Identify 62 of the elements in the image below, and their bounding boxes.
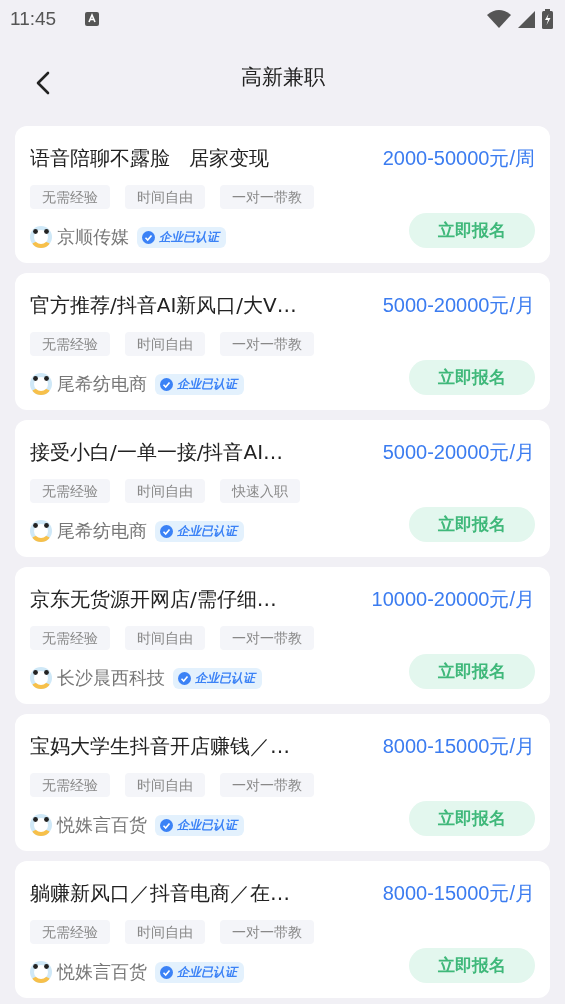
avatar-icon xyxy=(30,667,52,689)
job-tag: 时间自由 xyxy=(125,920,205,944)
keyboard-icon xyxy=(84,11,101,27)
salary-text: 8000-15000元/月 xyxy=(382,880,535,906)
company-name: 京顺传媒 xyxy=(57,225,129,249)
job-tag: 无需经验 xyxy=(30,185,110,209)
job-card[interactable]: 接受小白/一单一接/抖音AI… 5000-20000元/月 无需经验 时间自由 快速入职 尾希纺电商 企业已认证 立即报名 xyxy=(15,420,550,557)
job-card[interactable]: 宝妈大学生抖音开店赚钱／… 8000-15000元/月 无需经验 时间自由 一对一带教 悦姝言百货 企业已认证 立即报名 xyxy=(15,714,550,851)
salary-text: 8000-15000元/月 xyxy=(382,733,535,759)
verified-badge: 企业已认证 xyxy=(173,667,262,689)
job-tag: 无需经验 xyxy=(30,626,110,650)
job-tag: 时间自由 xyxy=(125,626,205,650)
page-title: 高新兼职 xyxy=(240,64,325,91)
wifi-icon xyxy=(487,9,511,29)
signal-icon xyxy=(517,9,536,29)
job-title: 躺赚新风口／抖音电商／在… xyxy=(30,879,290,907)
avatar-icon xyxy=(30,226,52,248)
job-tag: 时间自由 xyxy=(125,479,205,503)
job-title: 接受小白/一单一接/抖音AI… xyxy=(30,438,284,466)
job-title: 语音陪聊不露脸 居家变现 xyxy=(30,144,270,172)
job-card[interactable]: 语音陪聊不露脸 居家变现 2000-50000元/周 无需经验 时间自由 一对一带教 京顺传媒 企业已认证 立即报名 xyxy=(15,126,550,263)
job-title: 官方推荐/抖音AI新风口/大V… xyxy=(30,291,297,319)
salary-text: 5000-20000元/月 xyxy=(382,292,535,318)
verified-badge: 企业已认证 xyxy=(155,373,244,395)
job-tag: 时间自由 xyxy=(125,332,205,356)
job-card[interactable]: 官方推荐/抖音AI新风口/大V… 5000-20000元/月 无需经验 时间自由 一对一带教 尾希纺电商 企业已认证 立即报名 xyxy=(15,273,550,410)
job-tag: 一对一带教 xyxy=(220,332,314,356)
company-name: 尾希纺电商 xyxy=(57,519,147,543)
status-time: 11:45 xyxy=(10,8,57,30)
job-tag: 时间自由 xyxy=(125,185,205,209)
job-card[interactable]: 京东无货源开网店/需仔细… 10000-20000元/月 无需经验 时间自由 一对一带教 长沙晨西科技 企业已认证 立即报名 xyxy=(15,567,550,704)
salary-text: 10000-20000元/月 xyxy=(371,586,535,612)
job-tag: 无需经验 xyxy=(30,773,110,797)
company-name: 悦姝言百货 xyxy=(57,813,147,837)
avatar-icon xyxy=(30,520,52,542)
job-tag: 快速入职 xyxy=(220,479,300,503)
verified-badge: 企业已认证 xyxy=(155,520,244,542)
job-tag: 无需经验 xyxy=(30,479,110,503)
verified-badge: 企业已认证 xyxy=(155,961,244,983)
company-name: 尾希纺电商 xyxy=(57,372,147,396)
job-tag: 一对一带教 xyxy=(220,626,314,650)
job-tag: 无需经验 xyxy=(30,332,110,356)
back-icon xyxy=(36,71,50,95)
avatar-icon xyxy=(30,814,52,836)
job-tag: 一对一带教 xyxy=(220,185,314,209)
company-name: 悦姝言百货 xyxy=(57,960,147,984)
job-title: 宝妈大学生抖音开店赚钱／… xyxy=(30,732,290,760)
back-button[interactable] xyxy=(34,69,52,97)
avatar-icon xyxy=(30,373,52,395)
job-title: 京东无货源开网店/需仔细… xyxy=(30,585,277,613)
salary-text: 5000-20000元/月 xyxy=(382,439,535,465)
verified-badge: 企业已认证 xyxy=(155,814,244,836)
avatar-icon xyxy=(30,961,52,983)
job-card[interactable]: 躺赚新风口／抖音电商／在… 8000-15000元/月 无需经验 时间自由 一对一带教 悦姝言百货 企业已认证 立即报名 xyxy=(15,861,550,998)
job-tag: 一对一带教 xyxy=(220,773,314,797)
job-tag: 一对一带教 xyxy=(220,920,314,944)
salary-text: 2000-50000元/周 xyxy=(382,145,535,171)
battery-icon xyxy=(542,9,553,29)
job-tag: 无需经验 xyxy=(30,920,110,944)
verified-badge: 企业已认证 xyxy=(137,226,226,248)
company-name: 长沙晨西科技 xyxy=(57,666,165,690)
job-tag: 时间自由 xyxy=(125,773,205,797)
